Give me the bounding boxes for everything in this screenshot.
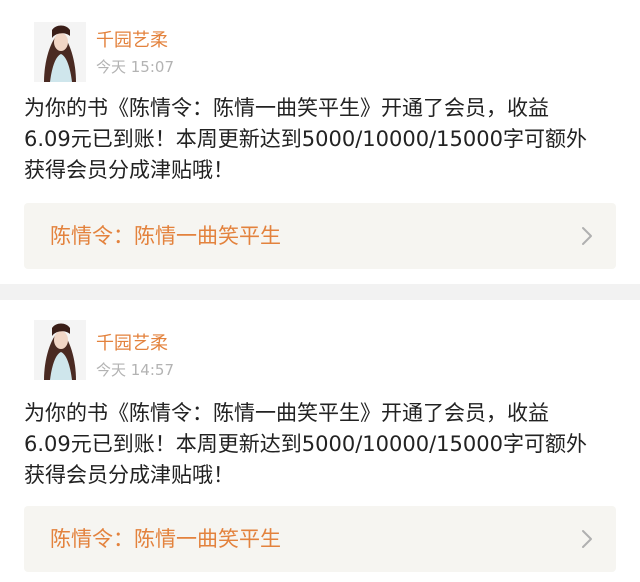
book-link-card[interactable]: 陈情令：陈情一曲笑平生 — [24, 506, 616, 572]
message-text: 为你的书《陈情令：陈情一曲笑平生》开通了会员，收益 6.09元已到账！本周更新达… — [24, 93, 624, 186]
divider — [0, 284, 640, 300]
message-text: 为你的书《陈情令：陈情一曲笑平生》开通了会员，收益 6.09元已到账！本周更新达… — [24, 398, 624, 491]
avatar-portrait — [34, 320, 86, 380]
message-line: 获得会员分成津贴哦！ — [24, 463, 234, 487]
message-line: 6.09元已到账！本周更新达到5000/10000/15000字可额外 — [24, 127, 587, 151]
notification-card: 千园艺柔 今天 15:07 为你的书《陈情令：陈情一曲笑平生》开通了会员，收益 … — [0, 0, 640, 284]
author-name[interactable]: 千园艺柔 — [96, 333, 168, 355]
book-title: 陈情令：陈情一曲笑平生 — [50, 224, 281, 248]
author-name[interactable]: 千园艺柔 — [96, 30, 168, 52]
avatar[interactable] — [34, 320, 86, 380]
timestamp: 今天 15:07 — [96, 58, 174, 76]
book-title: 陈情令：陈情一曲笑平生 — [50, 527, 281, 551]
message-line: 为你的书《陈情令：陈情一曲笑平生》开通了会员，收益 — [24, 401, 549, 425]
notification-feed: 千园艺柔 今天 15:07 为你的书《陈情令：陈情一曲笑平生》开通了会员，收益 … — [0, 0, 640, 582]
avatar[interactable] — [34, 22, 86, 82]
avatar-portrait — [34, 22, 86, 82]
chevron-right-icon — [582, 227, 592, 245]
message-line: 获得会员分成津贴哦！ — [24, 158, 234, 182]
chevron-right-icon — [582, 530, 592, 548]
message-line: 6.09元已到账！本周更新达到5000/10000/15000字可额外 — [24, 432, 587, 456]
timestamp: 今天 14:57 — [96, 361, 174, 379]
message-line: 为你的书《陈情令：陈情一曲笑平生》开通了会员，收益 — [24, 96, 549, 120]
book-link-card[interactable]: 陈情令：陈情一曲笑平生 — [24, 203, 616, 269]
notification-card: 千园艺柔 今天 14:57 为你的书《陈情令：陈情一曲笑平生》开通了会员，收益 … — [0, 300, 640, 582]
